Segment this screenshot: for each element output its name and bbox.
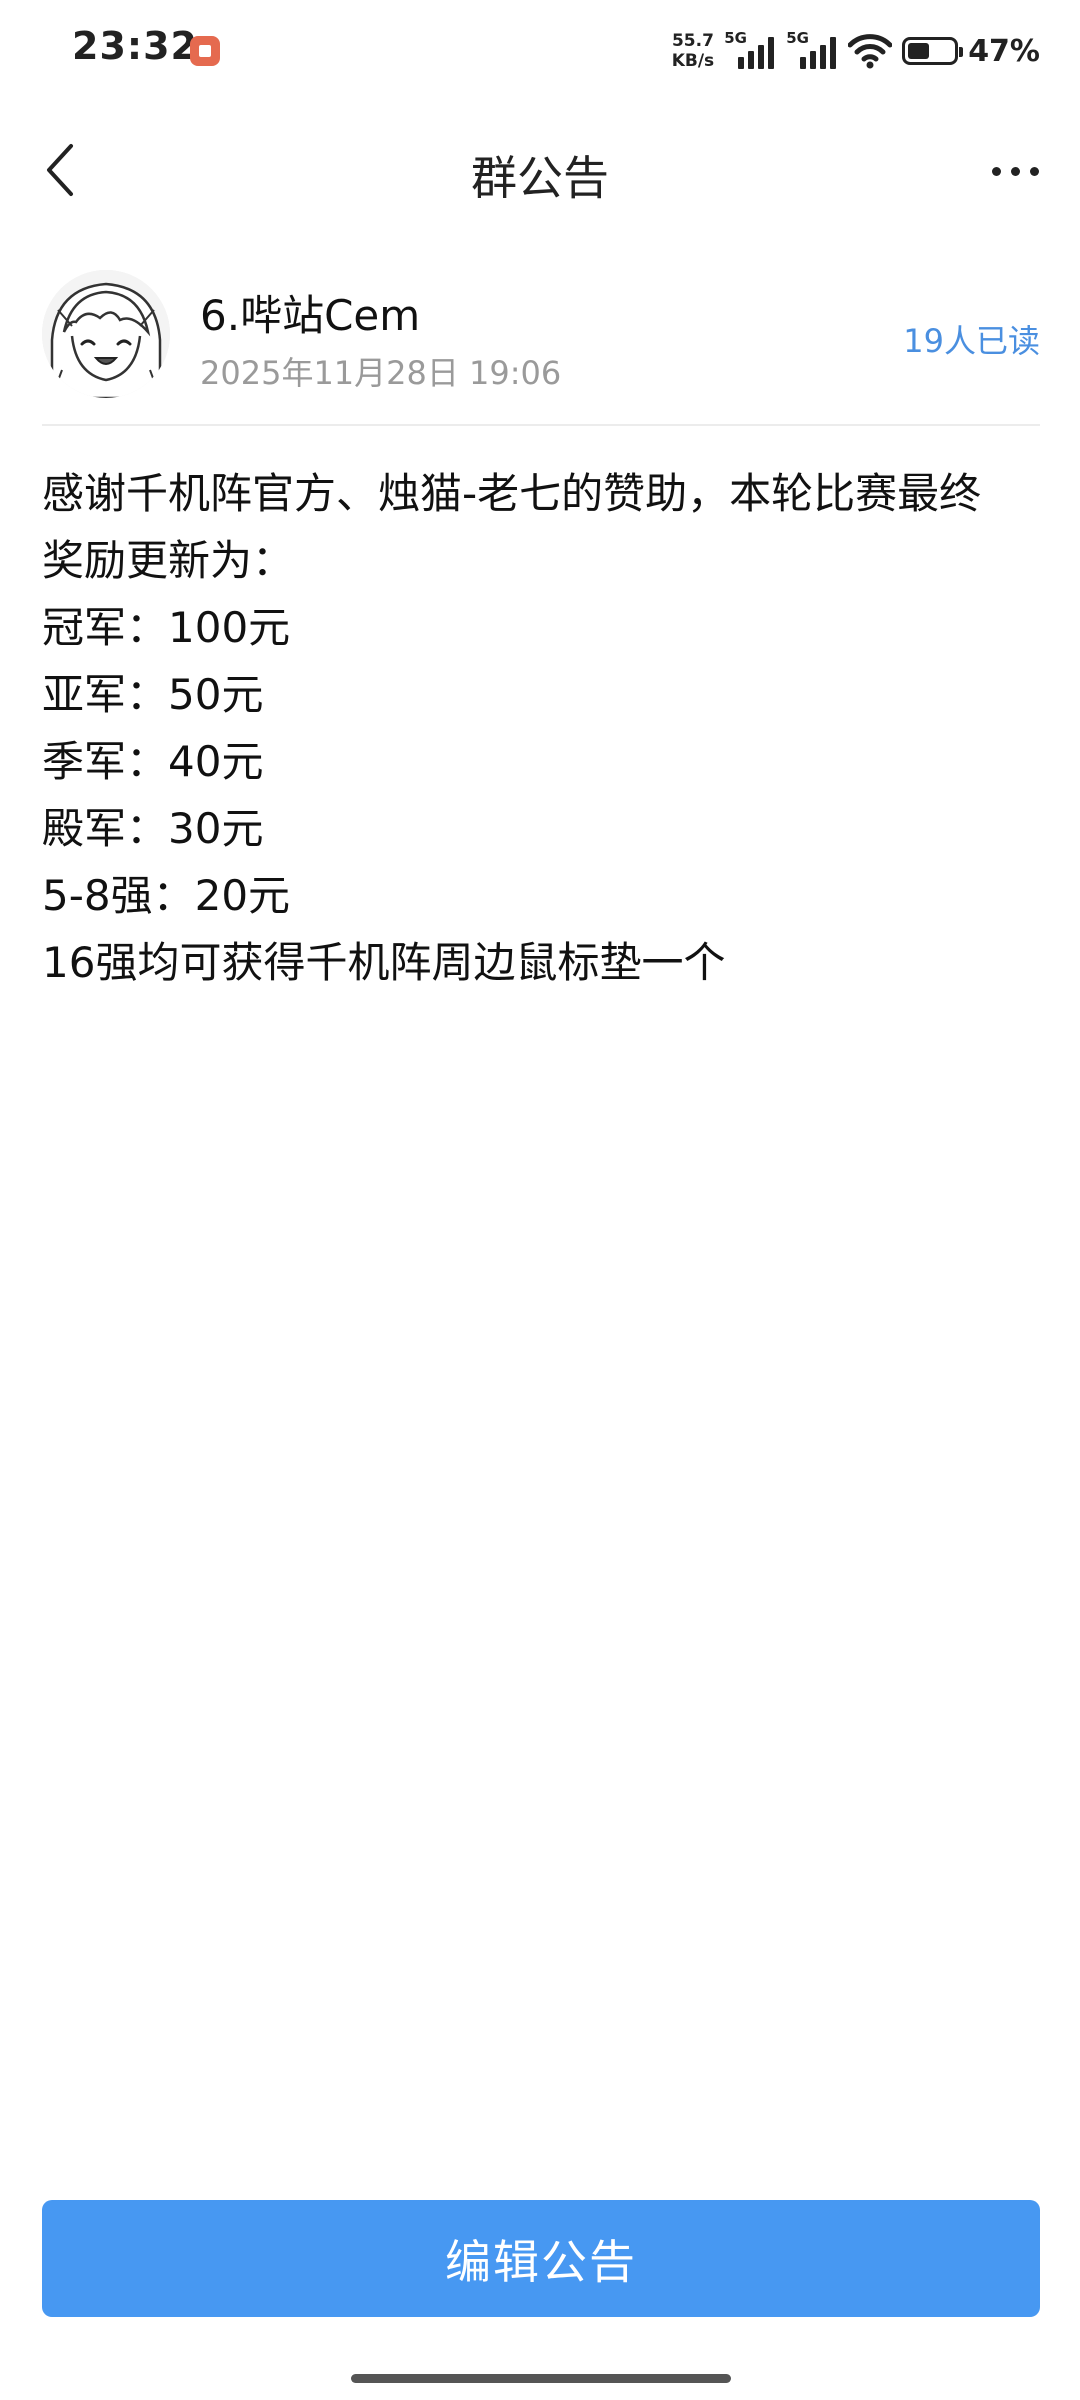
anime-avatar-image [42, 270, 170, 398]
battery-percent: 47% [968, 33, 1040, 69]
announcement-line: 季军：40元 [42, 737, 264, 786]
battery-icon [902, 37, 964, 65]
group-announcement-screen: 23:32 55.7 KB/s 5G 5G 47% 群公告 6.哔站Cem 20… [0, 0, 1080, 2400]
app-notification-icon [190, 36, 220, 66]
wifi-icon [848, 34, 893, 69]
divider [42, 424, 1040, 426]
announcement-content: 感谢千机阵官方、烛猫-老七的赞助，本轮比赛最终 奖励更新为： 冠军：100元 亚… [42, 460, 1042, 996]
avatar[interactable] [42, 270, 170, 398]
navigation-bar: 群公告 [0, 120, 1080, 220]
signal-2-label: 5G [786, 29, 809, 47]
post-timestamp: 2025年11月28日 19:06 [200, 354, 562, 392]
status-time: 23:32 [72, 24, 198, 68]
announcement-line: 16强均可获得千机阵周边鼠标垫一个 [42, 938, 726, 987]
more-dot [1029, 166, 1039, 176]
more-horizontal-icon [991, 166, 1001, 176]
status-indicators: 55.7 KB/s 5G 5G 47% [672, 26, 1040, 76]
more-dot [1010, 166, 1020, 176]
network-speed-value: 55.7 [671, 31, 714, 51]
battery-fill [908, 43, 930, 59]
cellular-signal-icon-1: 5G [724, 29, 776, 71]
signal-1-label: 5G [724, 29, 747, 47]
announcement-line: 5-8强：20元 [42, 871, 291, 920]
page-title: 群公告 [471, 151, 609, 205]
edit-announcement-button[interactable]: 编辑公告 [42, 2200, 1040, 2317]
announcement-line: 奖励更新为： [42, 536, 295, 585]
cellular-signal-icon-2: 5G [786, 29, 838, 71]
status-bar: 23:32 55.7 KB/s 5G 5G 47% [0, 0, 1080, 100]
announcement-line: 亚军：50元 [42, 670, 264, 719]
announcement-line: 冠军：100元 [42, 603, 291, 652]
network-speed-unit: KB/s [671, 51, 715, 71]
read-count-link[interactable]: 19人已读 [903, 316, 1040, 362]
announcement-author-row: 6.哔站Cem 2025年11月28日 19:06 19人已读 [42, 270, 1040, 400]
more-options-button[interactable] [980, 146, 1050, 196]
author-name[interactable]: 6.哔站Cem [200, 282, 420, 343]
announcement-line: 感谢千机阵官方、烛猫-老七的赞助，本轮比赛最终 [42, 469, 982, 518]
announcement-line: 殿军：30元 [42, 804, 264, 853]
network-speed: 55.7 KB/s [672, 31, 714, 71]
home-indicator[interactable] [351, 2374, 731, 2383]
